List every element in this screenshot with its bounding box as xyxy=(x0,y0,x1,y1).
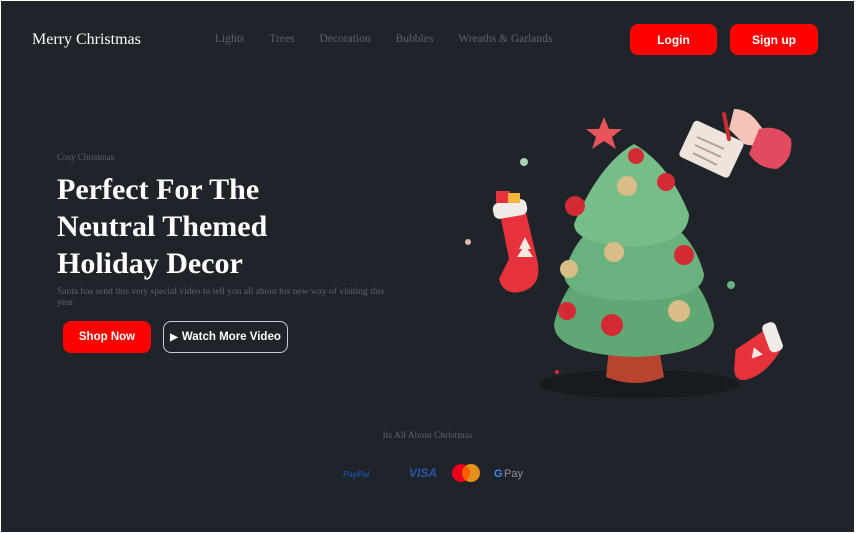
ornament-gold xyxy=(668,300,690,322)
shop-now-button[interactable]: Shop Now xyxy=(63,321,151,353)
hand-writing-letter-icon xyxy=(679,109,792,178)
paypal-text: PayPal xyxy=(343,470,370,479)
ornament-red xyxy=(565,196,585,216)
stocking-icon xyxy=(734,322,783,380)
nav-link-decoration[interactable]: Decoration xyxy=(320,33,371,45)
hero-subtext: Santa has send this very special video t… xyxy=(57,287,384,308)
decor-dot xyxy=(727,281,735,289)
hero-headline: Perfect For The Neutral Themed Holiday D… xyxy=(57,173,268,280)
main-nav: Lights Trees Decoration Bubbles Wreaths … xyxy=(215,33,577,45)
ornament-red xyxy=(628,148,644,164)
brand-logo[interactable]: Merry Christmas xyxy=(32,31,141,49)
stocking-icon xyxy=(492,191,539,293)
ornament-gold xyxy=(560,260,578,278)
paypal-logo: PayPal xyxy=(343,470,370,479)
gpay-text: Pay xyxy=(504,468,523,480)
play-icon: ▶ xyxy=(170,331,178,343)
decor-dot xyxy=(465,239,471,245)
google-g-icon: G xyxy=(494,468,503,480)
ornament-red xyxy=(674,245,694,265)
signup-button[interactable]: Sign up xyxy=(730,24,818,55)
ornament-red xyxy=(657,173,675,191)
mastercard-logo xyxy=(452,464,480,482)
nav-link-wreaths-garlands[interactable]: Wreaths & Garlands xyxy=(458,33,552,45)
ornament-red xyxy=(558,302,576,320)
login-button[interactable]: Login xyxy=(630,24,717,55)
ornament-gold xyxy=(617,176,637,196)
gpay-logo: G Pay xyxy=(494,468,523,480)
landing-page: Merry Christmas Lights Trees Decoration … xyxy=(1,1,854,532)
christmas-tree-illustration xyxy=(465,109,792,398)
watch-video-label: Watch More Video xyxy=(181,331,281,343)
watch-video-button[interactable]: ▶ Watch More Video xyxy=(163,321,288,353)
decor-dot xyxy=(555,370,559,374)
nav-link-bubbles[interactable]: Bubbles xyxy=(396,33,434,45)
visa-logo: VISA xyxy=(409,466,437,480)
nav-link-lights[interactable]: Lights xyxy=(215,33,244,45)
decor-dot xyxy=(520,158,528,166)
visa-text: VISA xyxy=(409,466,437,480)
tree-star-icon xyxy=(586,117,622,149)
hero-eyebrow: Cosy Christmas xyxy=(57,152,115,162)
section-tagline: Its All About Christmas xyxy=(382,431,473,441)
ornament-red xyxy=(601,314,623,336)
nav-link-trees[interactable]: Trees xyxy=(269,33,294,45)
ornament-gold xyxy=(604,242,624,262)
